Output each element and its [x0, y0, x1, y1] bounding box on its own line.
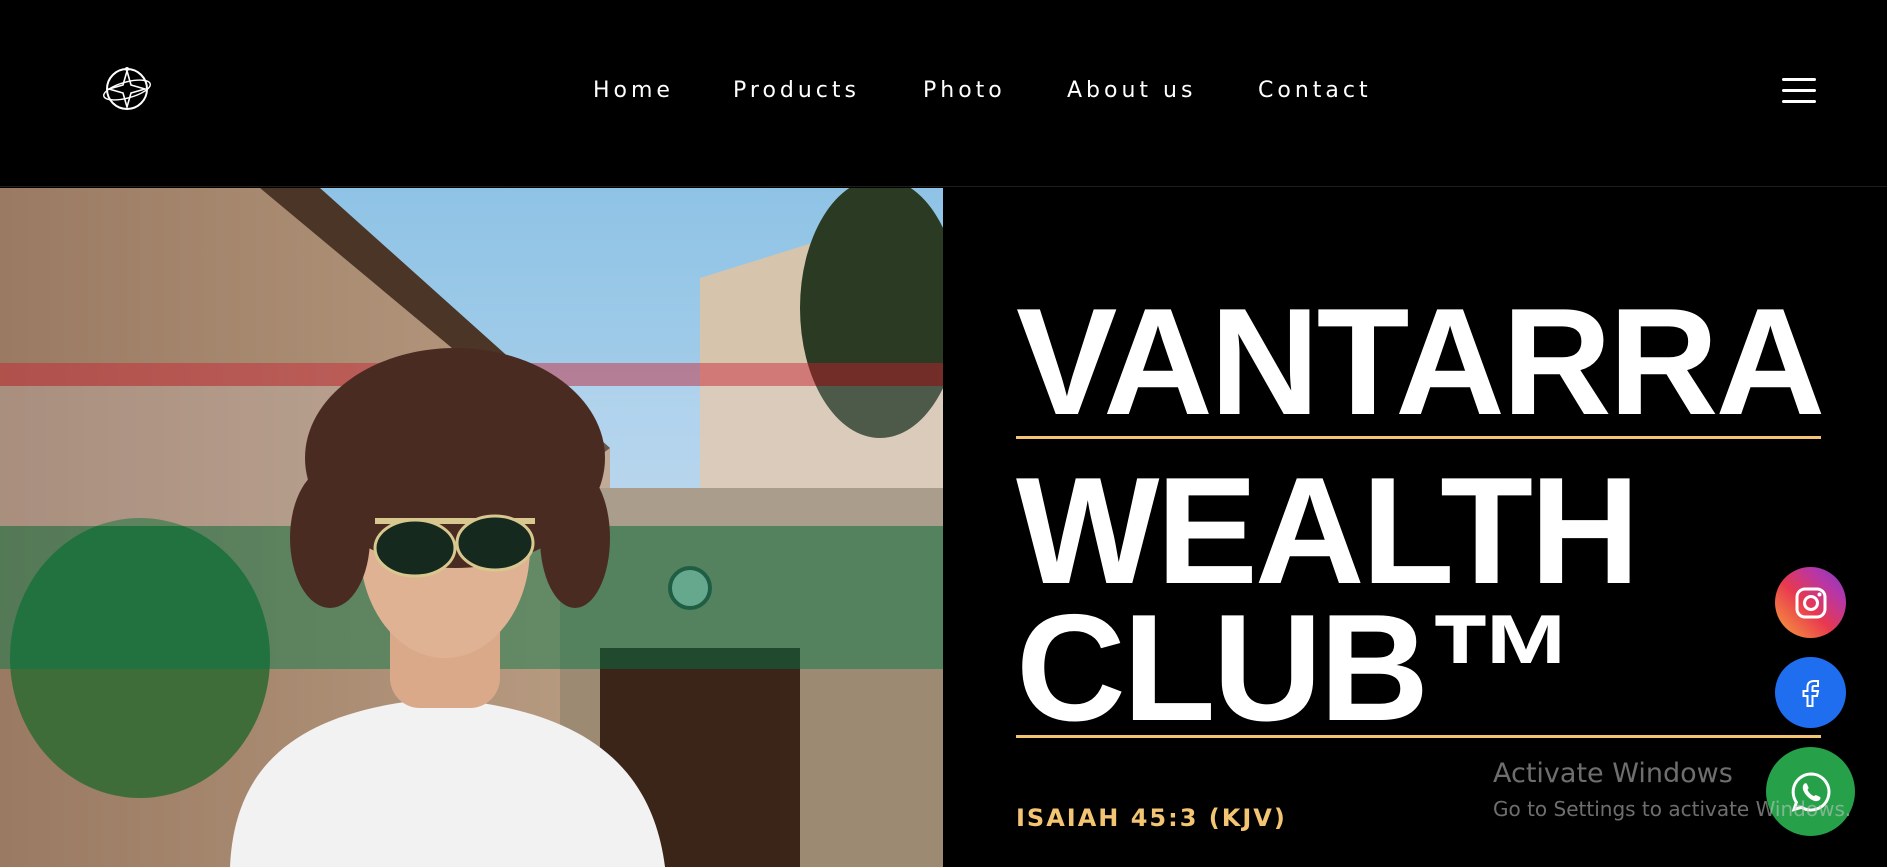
- nav-item-home[interactable]: Home: [593, 78, 674, 103]
- gold-divider-top: [1016, 436, 1821, 439]
- instagram-icon: [1795, 587, 1826, 618]
- nav-item-products[interactable]: Products: [733, 78, 860, 103]
- main-nav: Home Products Photo About us Contact: [0, 78, 1887, 104]
- watermark-title: Activate Windows: [1493, 758, 1733, 789]
- instagram-button[interactable]: [1775, 567, 1846, 638]
- gold-divider-bottom: [1016, 735, 1821, 738]
- hero-title-line-3: CLUB™: [1016, 583, 1578, 753]
- nav-item-about-us[interactable]: About us: [1067, 78, 1196, 103]
- hamburger-menu-icon[interactable]: [1782, 75, 1816, 105]
- hero-title-line-1: VANTARRA: [1016, 277, 1825, 447]
- hero-image: [0, 188, 943, 867]
- verse-reference: ISAIAH 45:3 (KJV): [1016, 804, 1287, 832]
- watermark-subtitle: Go to Settings to activate Windows.: [1493, 797, 1852, 821]
- nav-item-photo[interactable]: Photo: [923, 78, 1006, 103]
- activate-windows-watermark: Activate Windows Go to Settings to activ…: [1493, 758, 1851, 821]
- facebook-icon: [1802, 679, 1819, 707]
- nav-item-contact[interactable]: Contact: [1258, 78, 1372, 103]
- facebook-button[interactable]: [1775, 657, 1846, 728]
- site-header: Home Products Photo About us Contact: [0, 0, 1887, 187]
